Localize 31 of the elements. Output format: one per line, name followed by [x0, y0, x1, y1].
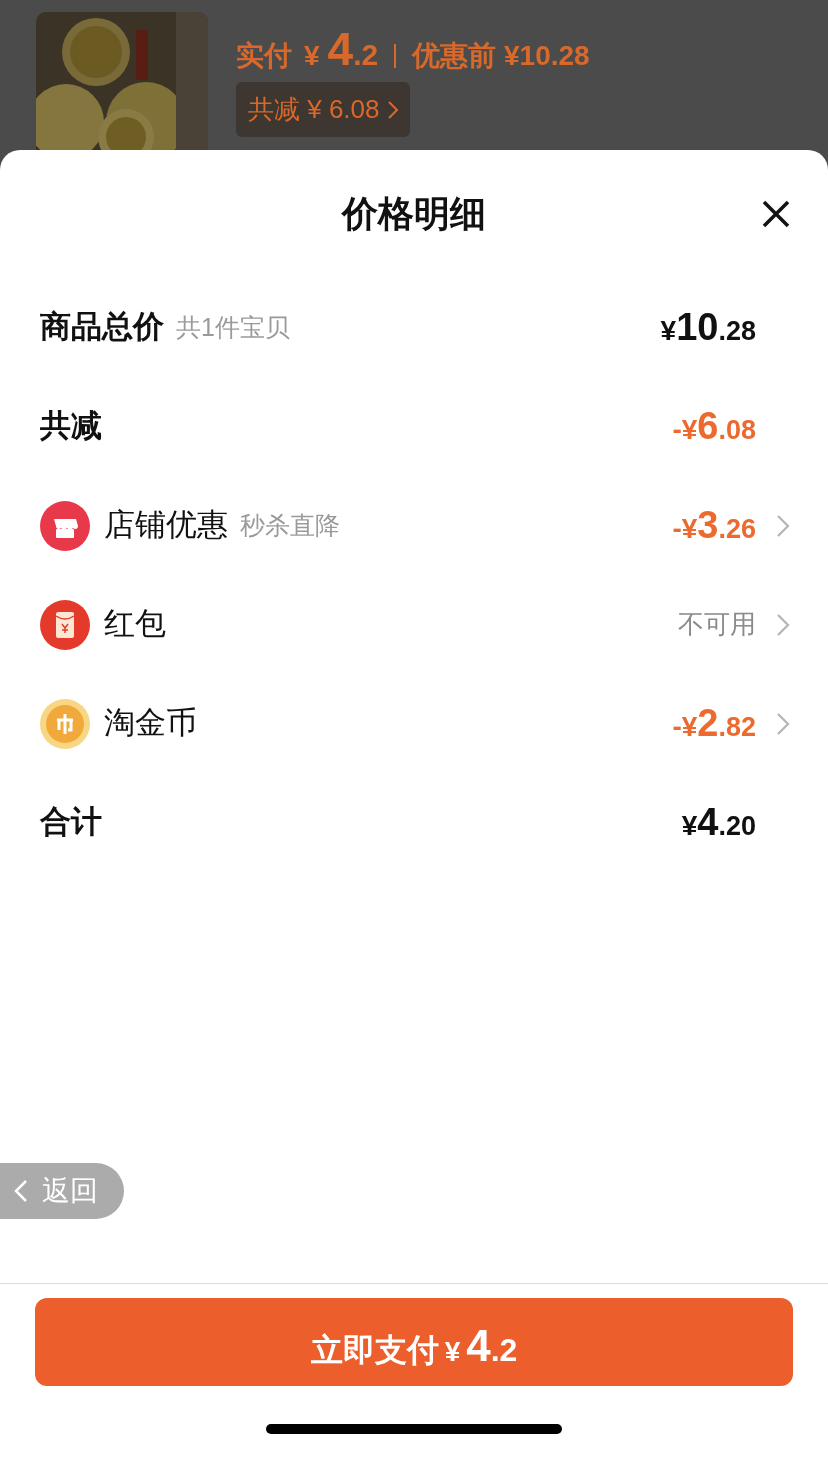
- row-amount: -¥6.08: [672, 404, 756, 449]
- chevron-left-icon: [14, 1179, 28, 1203]
- chevron-right-icon: [776, 513, 790, 538]
- row-amount: ¥4.20: [681, 800, 756, 845]
- row-status: 不可用: [678, 608, 756, 641]
- paid-price: ¥ 4.2: [304, 26, 379, 72]
- discount-tag[interactable]: 共减 ¥ 6.08: [236, 82, 410, 137]
- chevron-right-icon: [776, 711, 790, 736]
- chevron-right-icon: [387, 100, 398, 119]
- row-label: 淘金币: [104, 704, 197, 743]
- row-label: 店铺优惠: [104, 506, 228, 545]
- row-label: 红包: [104, 605, 166, 644]
- row-amount: -¥3.26: [672, 503, 756, 548]
- chevron-right-icon: [776, 612, 790, 637]
- coin-icon: [40, 698, 90, 749]
- row-label: 合计: [40, 803, 102, 842]
- close-icon: [760, 198, 792, 230]
- row-amount: -¥2.82: [672, 701, 756, 746]
- close-button[interactable]: [760, 198, 792, 230]
- paid-label: 实付: [236, 42, 292, 70]
- back-button[interactable]: 返回: [0, 1163, 124, 1219]
- row-note: 共1件宝贝: [176, 311, 290, 343]
- store-icon: [40, 500, 90, 551]
- original-price: 优惠前 ¥10.28: [412, 42, 590, 70]
- row-amount: ¥10.28: [660, 305, 756, 350]
- row-note: 秒杀直降: [240, 509, 340, 541]
- sheet-title: 价格明细: [342, 192, 486, 236]
- row-label: 共减: [40, 407, 102, 446]
- row-label: 商品总价: [40, 308, 164, 347]
- envelope-icon: [40, 599, 90, 650]
- pay-button[interactable]: 立即支付 ¥4.2: [35, 1298, 793, 1386]
